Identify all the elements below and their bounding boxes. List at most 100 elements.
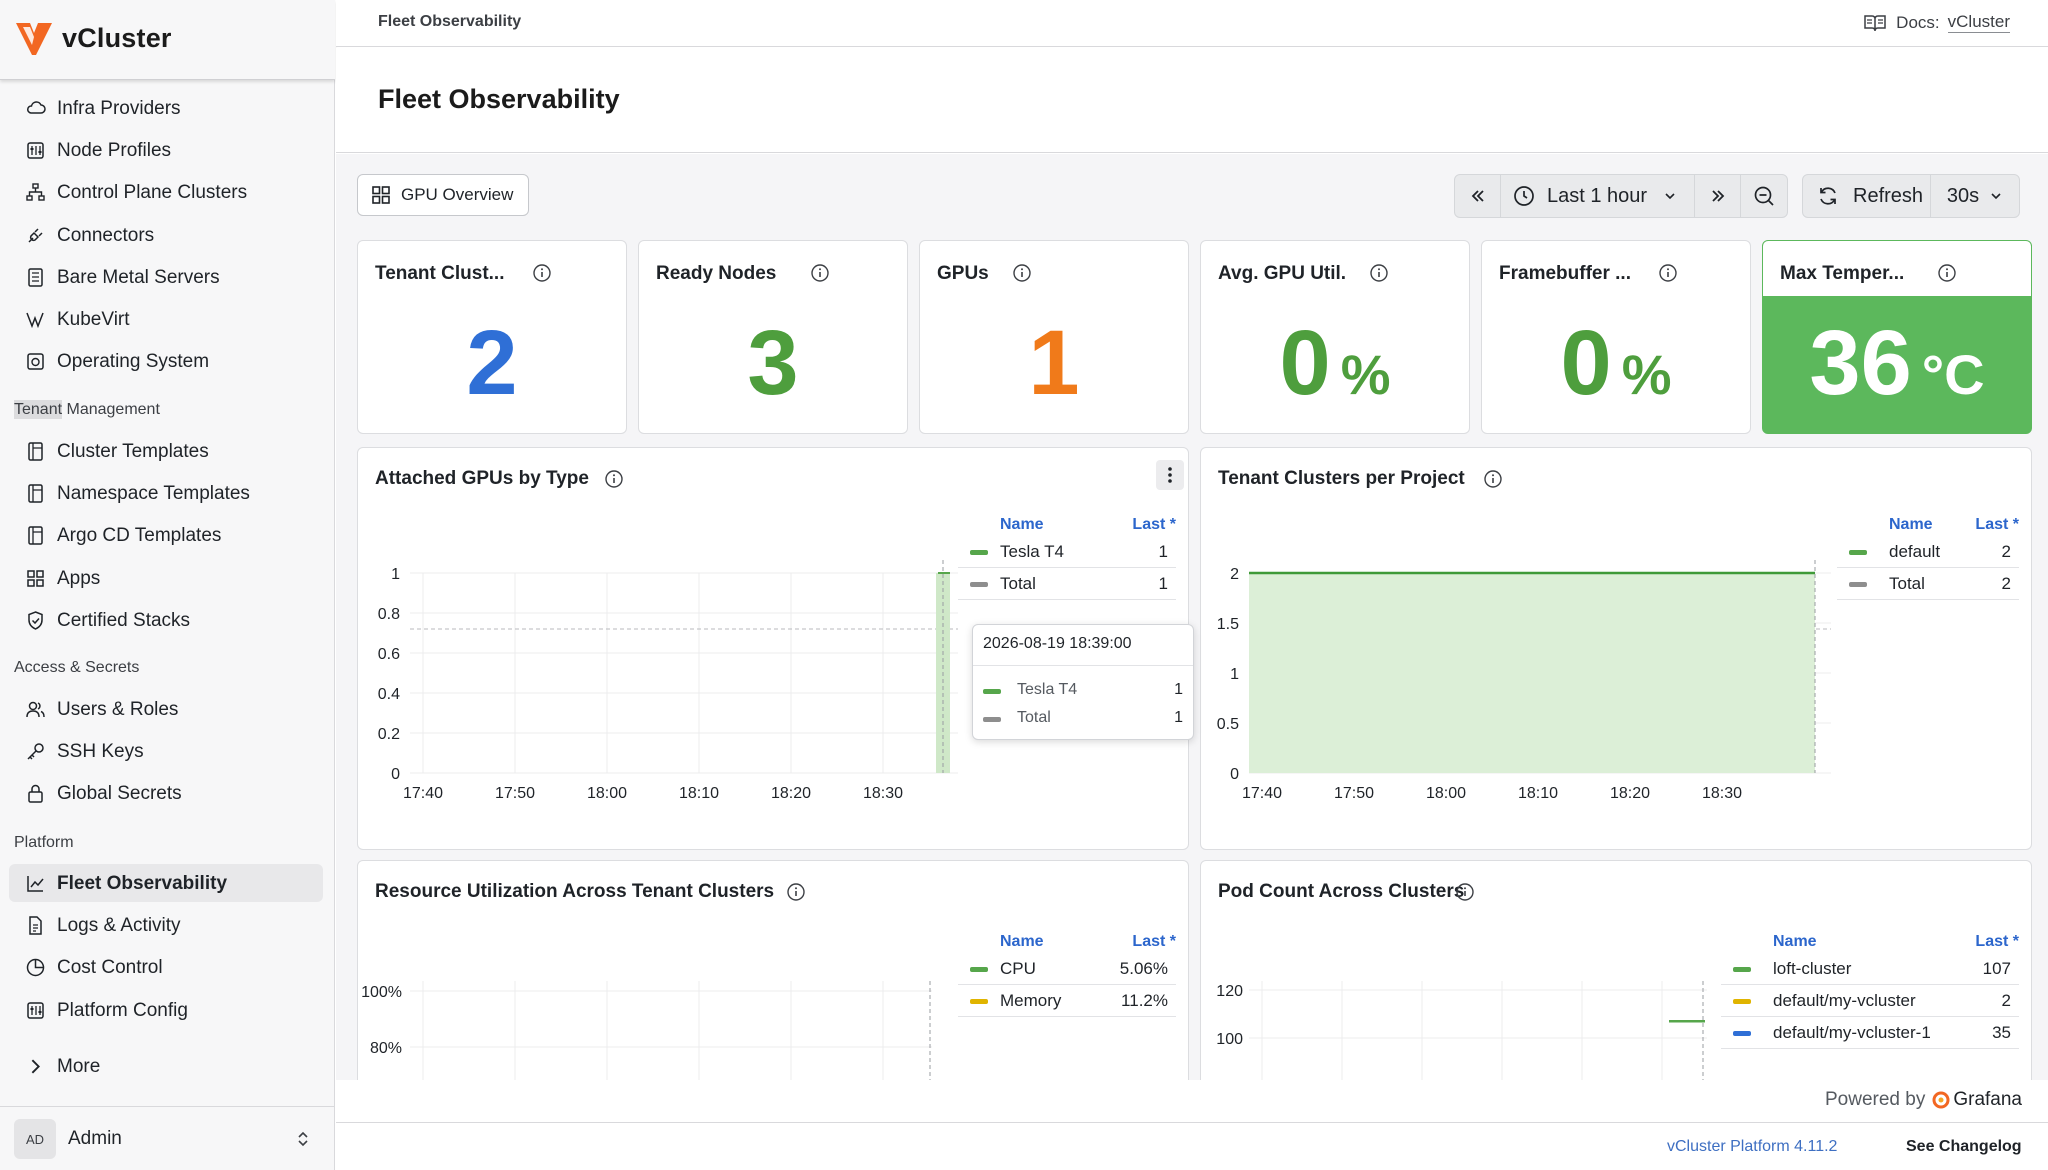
stat-title: Avg. GPU Util.	[1218, 263, 1347, 284]
info-icon[interactable]	[1369, 263, 1389, 283]
chart-resource-utilization[interactable]: 100%80%60%	[358, 911, 958, 1080]
info-icon[interactable]	[1012, 263, 1032, 283]
sidebar-item-node-profiles[interactable]: Node Profiles	[9, 131, 323, 169]
stat-card: Ready Nodes 3	[638, 240, 908, 434]
legend-last-header[interactable]: Last *	[1132, 933, 1176, 951]
legend-row[interactable]: loft-cluster 107	[1721, 953, 2019, 985]
chevron-down-icon	[1991, 193, 2001, 200]
user-menu[interactable]: AD Admin	[0, 1106, 335, 1170]
grafana-label: Grafana	[1953, 1089, 2022, 1110]
refresh-button[interactable]: Refresh	[1803, 175, 1931, 217]
time-back-button[interactable]	[1455, 175, 1501, 217]
sidebar-item-apps[interactable]: Apps	[9, 559, 323, 597]
legend-series-name: loft-cluster	[1773, 959, 1852, 978]
docs-link[interactable]: Docs: vCluster	[1864, 12, 2010, 33]
legend-row[interactable]: default 2	[1837, 536, 2019, 568]
refresh-interval-picker[interactable]: 30s	[1931, 175, 2019, 217]
legend-name-header[interactable]: Name	[1773, 933, 1817, 951]
legend-name-header[interactable]: Name	[1000, 933, 1044, 951]
stat-title: Ready Nodes	[656, 263, 777, 284]
info-icon[interactable]	[1937, 263, 1957, 283]
panel-clusters-per-project: Tenant Clusters per Project 0 0.5 1 1.5 2 17:…	[1200, 447, 2032, 850]
info-icon[interactable]	[810, 263, 830, 283]
sidebar-item-label: Argo CD Templates	[57, 525, 222, 547]
stat-title: Tenant Clust...	[375, 263, 505, 284]
legend-swatch	[970, 967, 988, 972]
docs-vcluster-link[interactable]: vCluster	[1947, 12, 2010, 33]
legend-row[interactable]: Memory 11.2%	[958, 985, 1176, 1017]
user-name: Admin	[68, 1128, 122, 1149]
sidebar-item-label: Certified Stacks	[57, 609, 191, 631]
info-icon[interactable]	[1455, 882, 1475, 902]
sidebar-item-fleet-observability[interactable]: Fleet Observability	[9, 864, 323, 902]
pie-icon	[26, 959, 45, 977]
legend-last-header[interactable]: Last *	[1132, 516, 1176, 534]
legend-row[interactable]: CPU 5.06%	[958, 953, 1176, 985]
sidebar-item-label: Node Profiles	[57, 140, 172, 162]
legend-row[interactable]: Total 1	[958, 568, 1176, 600]
more-button[interactable]: More	[9, 1047, 323, 1085]
legend-last-header[interactable]: Last *	[1975, 516, 2019, 534]
x-tick-label: 17:40	[1242, 785, 1282, 802]
legend-name-header[interactable]: Name	[1000, 516, 1044, 534]
x-tick-label: 18:30	[863, 785, 903, 802]
sidebar-item-platform-config[interactable]: Platform Config	[9, 991, 323, 1029]
y-tick-label: 0.8	[378, 606, 400, 623]
sidebar-item-connectors[interactable]: Connectors	[9, 216, 323, 254]
panel-title: Attached GPUs by Type	[375, 468, 589, 489]
y-tick-label: 80	[1225, 1079, 1243, 1080]
stat-value: 36 °C	[1809, 312, 1985, 414]
gpu-overview-button[interactable]: GPU Overview	[357, 174, 529, 216]
legend-swatch	[1849, 550, 1867, 555]
sidebar-item-control-plane-clusters[interactable]: Control Plane Clusters	[9, 173, 323, 211]
info-icon[interactable]	[786, 882, 806, 902]
sidebar-item-global-secrets[interactable]: Global Secrets	[9, 774, 323, 812]
powered-by-grafana: Powered by Grafana	[1825, 1089, 2022, 1111]
info-icon[interactable]	[532, 263, 552, 283]
sidebar-item-operating-system[interactable]: Operating System	[9, 342, 323, 380]
chart-clusters-per-project[interactable]: 0 0.5 1 1.5 2 17:40 17:50 18:00 18:10 18:20 18:30	[1201, 498, 1831, 828]
sidebar-item-bare-metal-servers[interactable]: Bare Metal Servers	[9, 258, 323, 296]
chart-pod-count[interactable]: 1201008060	[1201, 911, 1721, 1080]
info-icon[interactable]	[604, 469, 624, 489]
stat-unit: °C	[1921, 343, 1985, 406]
x-tick-label: 18:10	[679, 785, 719, 802]
legend-row[interactable]: Total 2	[1837, 568, 2019, 600]
sidebar-item-logs-activity[interactable]: Logs & Activity	[9, 906, 323, 944]
stat-unit: %	[1340, 343, 1391, 406]
chart-attached-gpus[interactable]: 0 0.2 0.4 0.6 0.8 1 17:40 17:50 18:00 18:10 18:20 1…	[358, 498, 958, 828]
sidebar-item-infra-providers[interactable]: Infra Providers	[9, 89, 323, 127]
panel-title: Resource Utilization Across Tenant Clust…	[375, 881, 775, 902]
time-range-picker[interactable]: Last 1 hour	[1501, 175, 1695, 217]
legend-row[interactable]: default/my-vcluster 2	[1721, 985, 2019, 1017]
time-forward-button[interactable]	[1695, 175, 1741, 217]
sidebar-item-argo-cd-templates[interactable]: Argo CD Templates	[9, 516, 323, 554]
stat-card: Tenant Clust... 2	[357, 240, 627, 434]
x-tick-label: 17:40	[403, 785, 443, 802]
breadcrumb[interactable]: Fleet Observability	[378, 13, 521, 31]
panel-menu-button[interactable]	[1156, 460, 1184, 490]
zoom-out-button[interactable]	[1741, 175, 1787, 217]
stat-title: Max Temper...	[1780, 263, 1905, 284]
sidebar-item-label: Logs & Activity	[57, 915, 181, 937]
legend-last-header[interactable]: Last *	[1975, 933, 2019, 951]
legend-name-header[interactable]: Name	[1889, 516, 1933, 534]
gpu-overview-label: GPU Overview	[401, 185, 514, 204]
info-icon[interactable]	[1483, 469, 1503, 489]
vcluster-logo-icon[interactable]	[14, 19, 54, 59]
sidebar-item-cost-control[interactable]: Cost Control	[9, 948, 323, 986]
sidebar-item-namespace-templates[interactable]: Namespace Templates	[9, 474, 323, 512]
legend-row[interactable]: default/my-vcluster-1 35	[1721, 1017, 2019, 1049]
changelog-link[interactable]: See Changelog	[1906, 1138, 2022, 1156]
info-icon[interactable]	[1658, 263, 1678, 283]
sidebar-item-cluster-templates[interactable]: Cluster Templates	[9, 432, 323, 470]
sidebar-item-kubevirt[interactable]: KubeVirt	[9, 300, 323, 338]
sidebar-item-label: KubeVirt	[57, 309, 130, 330]
sidebar-item-certified-stacks[interactable]: Certified Stacks	[9, 601, 323, 639]
logo-bar: vCluster	[0, 0, 335, 80]
sidebar-item-users-roles[interactable]: Users & Roles	[9, 690, 323, 728]
sidebar-item-ssh-keys[interactable]: SSH Keys	[9, 732, 323, 770]
legend-row[interactable]: Tesla T4 1	[958, 536, 1176, 568]
sidebar-item-label: Namespace Templates	[57, 483, 250, 505]
y-tick-label: 0.6	[378, 646, 400, 663]
